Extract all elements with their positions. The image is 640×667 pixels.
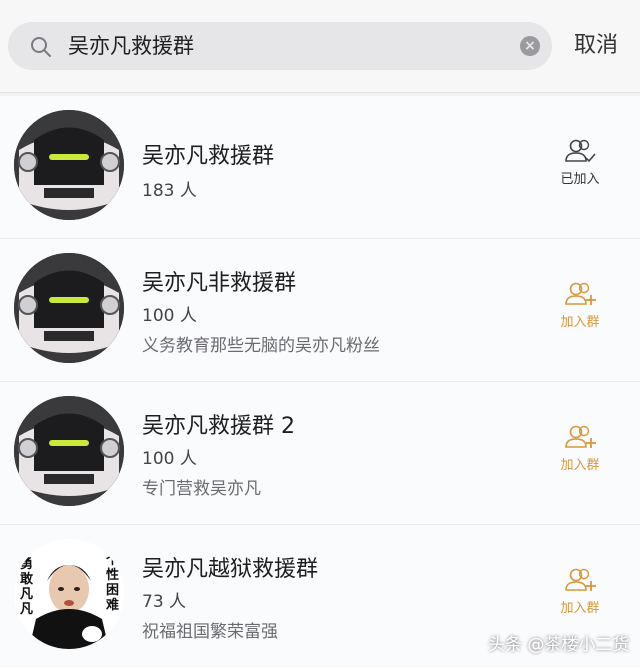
member-count: 100 人 [142,449,197,469]
search-bar[interactable]: 吴亦凡救援群 × [8,22,552,70]
group-add-icon [565,425,596,448]
group-result-list: 吴亦凡救援群 183 人 已加入 吴亦凡非救援群 100 人 义务教育那些无脑的… [0,96,640,666]
list-item[interactable]: 吴亦凡救援群 2 100 人 专门营救吴亦凡 加入群 [0,382,640,525]
avatar-caption-right: 个性困难 [106,553,120,613]
group-name: 吴亦凡非救援群 [142,271,297,296]
group-joined-icon [565,139,596,163]
join-group-button[interactable]: 加入群 [548,424,612,473]
joined-button[interactable]: 已加入 [548,138,612,187]
member-count: 183 人 [142,181,197,201]
group-add-icon [565,282,596,305]
avatar [14,253,124,363]
avatar-caption-left: 勇敢凡凡 [20,557,34,617]
group-description: 专门营救吴亦凡 [142,479,261,499]
group-description: 祝福祖国繁荣富强 [142,622,278,642]
watermark: 头条 @茶楼小二货 [488,635,630,655]
search-input[interactable]: 吴亦凡救援群 [68,22,194,70]
avatar [14,110,124,220]
group-name: 吴亦凡救援群 2 [142,414,295,439]
action-label: 加入群 [560,601,600,616]
action-label: 加入群 [560,315,600,330]
join-group-button[interactable]: 加入群 [548,567,612,616]
search-header: 吴亦凡救援群 × 取消 [0,0,640,93]
group-description: 义务教育那些无脑的吴亦凡粉丝 [142,336,380,356]
clear-icon[interactable]: × [520,36,540,56]
join-group-button[interactable]: 加入群 [548,281,612,330]
group-name: 吴亦凡越狱救援群 [142,557,319,582]
member-count: 100 人 [142,306,197,326]
list-item[interactable]: 吴亦凡救援群 183 人 已加入 [0,96,640,239]
search-icon [31,37,51,57]
avatar: 勇敢凡凡 个性困难 [14,539,124,649]
member-count: 73 人 [142,592,187,612]
action-label: 已加入 [560,172,600,187]
avatar [14,396,124,506]
action-label: 加入群 [560,458,600,473]
cancel-button[interactable]: 取消 [574,22,618,70]
list-item[interactable]: 吴亦凡非救援群 100 人 义务教育那些无脑的吴亦凡粉丝 加入群 [0,239,640,382]
group-name: 吴亦凡救援群 [142,144,275,169]
group-add-icon [565,568,596,591]
